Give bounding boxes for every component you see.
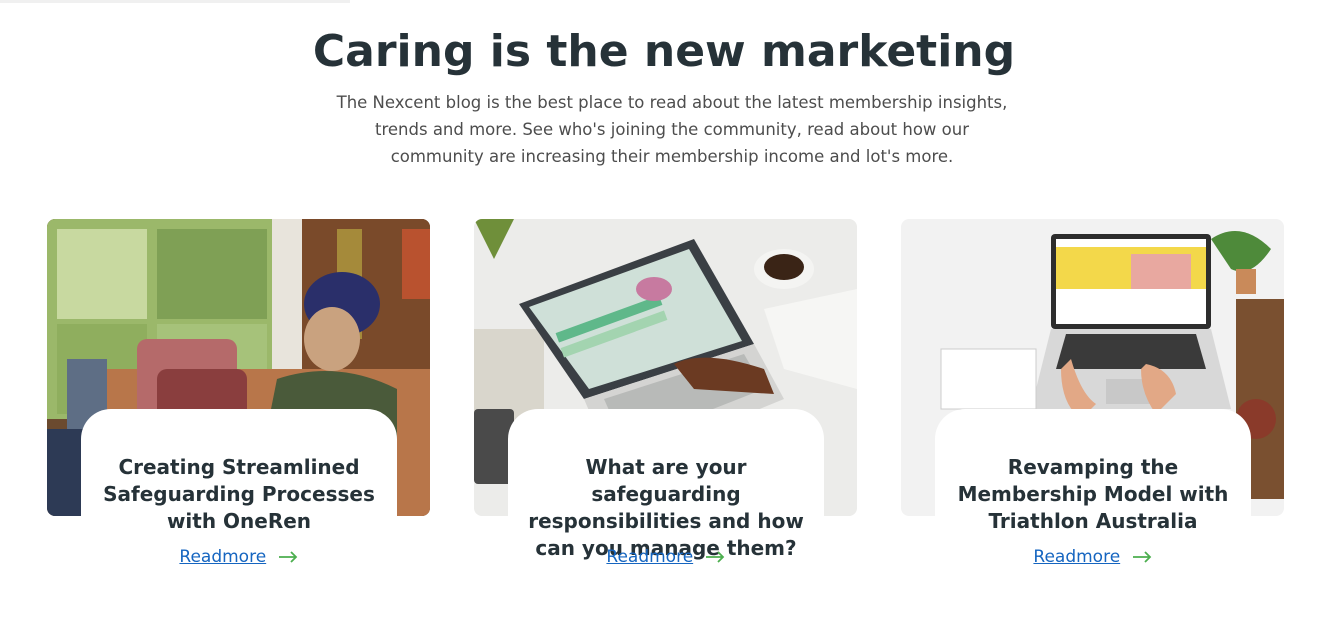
section-subtitle: The Nexcent blog is the best place to re…: [336, 93, 1008, 166]
arrow-right-icon[interactable]: [1132, 551, 1152, 563]
readmore-link-row: Readmore: [901, 546, 1284, 568]
arrow-right-icon[interactable]: [705, 551, 725, 563]
blog-card-2: What are your safeguarding responsibilit…: [474, 219, 857, 579]
readmore-link[interactable]: Readmore: [1033, 547, 1120, 567]
blog-card-3: Revamping the Membership Model with Tria…: [901, 219, 1284, 579]
section-title: Caring is the new marketing: [312, 26, 1016, 77]
readmore-link-row: Readmore: [474, 546, 857, 568]
top-divider: [0, 0, 350, 3]
readmore-link[interactable]: Readmore: [179, 547, 266, 567]
card-title: Revamping the Membership Model with Tria…: [957, 455, 1229, 533]
blog-card-1: Creating Streamlined Safeguarding Proces…: [47, 219, 430, 579]
readmore-link-row: Readmore: [47, 546, 430, 568]
readmore-link[interactable]: Readmore: [606, 547, 693, 567]
card-title: Creating Streamlined Safeguarding Proces…: [103, 455, 375, 533]
arrow-right-icon[interactable]: [278, 551, 298, 563]
